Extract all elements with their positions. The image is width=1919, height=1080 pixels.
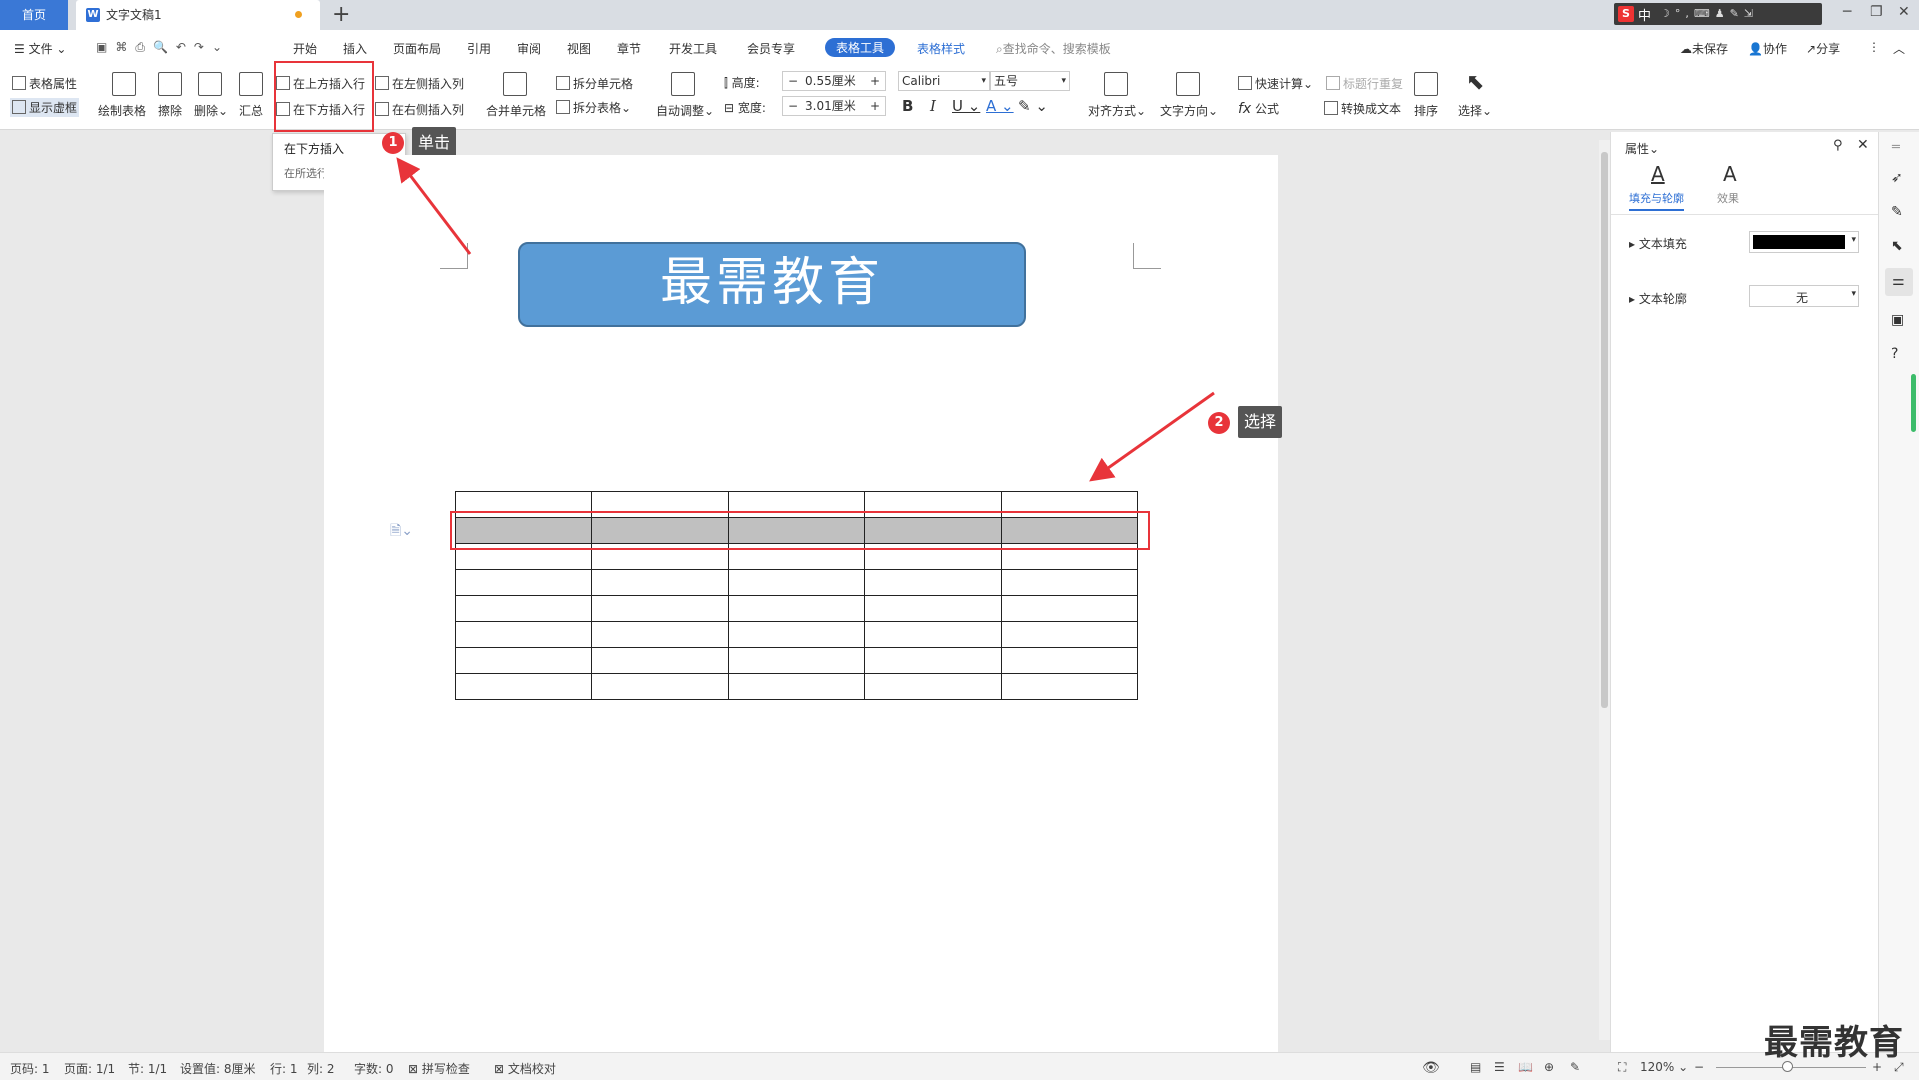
zoom-select[interactable]: 120% ⌄ (1640, 1060, 1688, 1074)
box-icon[interactable]: ▣ (1891, 312, 1904, 328)
watermark-logo: 最需教育 (1764, 1023, 1904, 1063)
close-icon[interactable]: ✕ (1857, 137, 1869, 153)
green-indicator (1911, 374, 1916, 432)
status-setting[interactable]: 设置值: 8厘米 (180, 1060, 256, 1077)
zoom-value: 120% (1640, 1060, 1675, 1074)
spell-check-button[interactable]: ⊠ 拼写检查 (408, 1060, 470, 1077)
text-outline-text: 文本轮廓 (1638, 292, 1687, 306)
pen-icon[interactable]: ✎ (1891, 204, 1903, 220)
text-fill-text: 文本填充 (1638, 237, 1687, 251)
sidebar-collapse-icon[interactable]: ═ (1892, 140, 1900, 155)
web-view-icon[interactable]: ⊕ (1544, 1060, 1554, 1074)
effect-tab-icon: A (1723, 162, 1737, 186)
status-page[interactable]: 页面: 1/1 (64, 1060, 115, 1077)
fit-page-icon[interactable]: ⛶ (1618, 1060, 1626, 1075)
panel-title[interactable]: 属性⌄ (1625, 140, 1659, 157)
fill-color-swatch (1753, 235, 1845, 249)
doc-proof-label: 文档校对 (507, 1062, 556, 1076)
read-view-icon[interactable]: 📖 (1518, 1060, 1533, 1074)
status-words[interactable]: 字数: 0 (354, 1060, 394, 1077)
arrow-step-1 (396, 157, 472, 255)
text-outline-value: 无 (1796, 291, 1809, 305)
eye-protect-icon[interactable]: 👁 (1422, 1060, 1440, 1076)
text-fill-color-select[interactable]: ▾ (1749, 231, 1859, 253)
spell-check-label: 拼写检查 (421, 1062, 470, 1076)
arrow-step-2 (1089, 391, 1215, 482)
panel-divider (1611, 214, 1879, 215)
status-bar: 页码: 1 页面: 1/1 节: 1/1 设置值: 8厘米 行: 1 列: 2 … (0, 1052, 1919, 1080)
scrollbar-thumb[interactable] (1601, 152, 1608, 708)
doc-proof-icon: ⊠ (494, 1062, 505, 1076)
settings-sliders-icon[interactable]: ⚌ (1885, 268, 1913, 296)
vertical-scrollbar[interactable] (1599, 140, 1610, 1040)
chevron-down-icon: ▾ (1851, 235, 1856, 245)
chevron-down-icon: ▾ (1851, 289, 1856, 299)
right-sidebar: ═ ➶ ✎ ⬉ ⚌ ▣ ? (1878, 132, 1919, 1052)
property-panel: 属性⌄ ⚲ ✕ A 填充与轮廓 A 效果 ▸ 文本填充 ▾ ▸ 文本轮廓 无 ▾ (1610, 132, 1879, 1052)
text-fill-label[interactable]: ▸ 文本填充 (1629, 235, 1687, 252)
rocket-icon[interactable]: ➶ (1891, 170, 1903, 186)
status-row[interactable]: 行: 1 (270, 1060, 298, 1077)
help-icon[interactable]: ? (1891, 346, 1898, 362)
pin-icon[interactable]: ⚲ (1833, 138, 1843, 153)
page-view-icon[interactable]: ▤ (1470, 1060, 1481, 1074)
doc-proof-button[interactable]: ⊠ 文档校对 (494, 1060, 556, 1077)
write-view-icon[interactable]: ✎ (1570, 1060, 1580, 1074)
text-outline-label[interactable]: ▸ 文本轮廓 (1629, 290, 1687, 307)
status-page-num[interactable]: 页码: 1 (10, 1060, 50, 1077)
zoom-out-button[interactable]: − (1694, 1060, 1704, 1074)
panel-title-label: 属性 (1625, 142, 1650, 156)
status-col[interactable]: 列: 2 (307, 1060, 335, 1077)
tab-effect[interactable]: 效果 (1717, 190, 1739, 206)
spell-check-icon: ⊠ (408, 1062, 419, 1076)
outline-view-icon[interactable]: ☰ (1494, 1060, 1505, 1074)
text-outline-select[interactable]: 无 ▾ (1749, 285, 1859, 307)
status-section[interactable]: 节: 1/1 (128, 1060, 167, 1077)
cursor-icon[interactable]: ⬉ (1891, 238, 1903, 254)
text-fill-tab-icon: A (1651, 162, 1665, 186)
tab-fill-outline[interactable]: 填充与轮廓 (1629, 190, 1684, 211)
